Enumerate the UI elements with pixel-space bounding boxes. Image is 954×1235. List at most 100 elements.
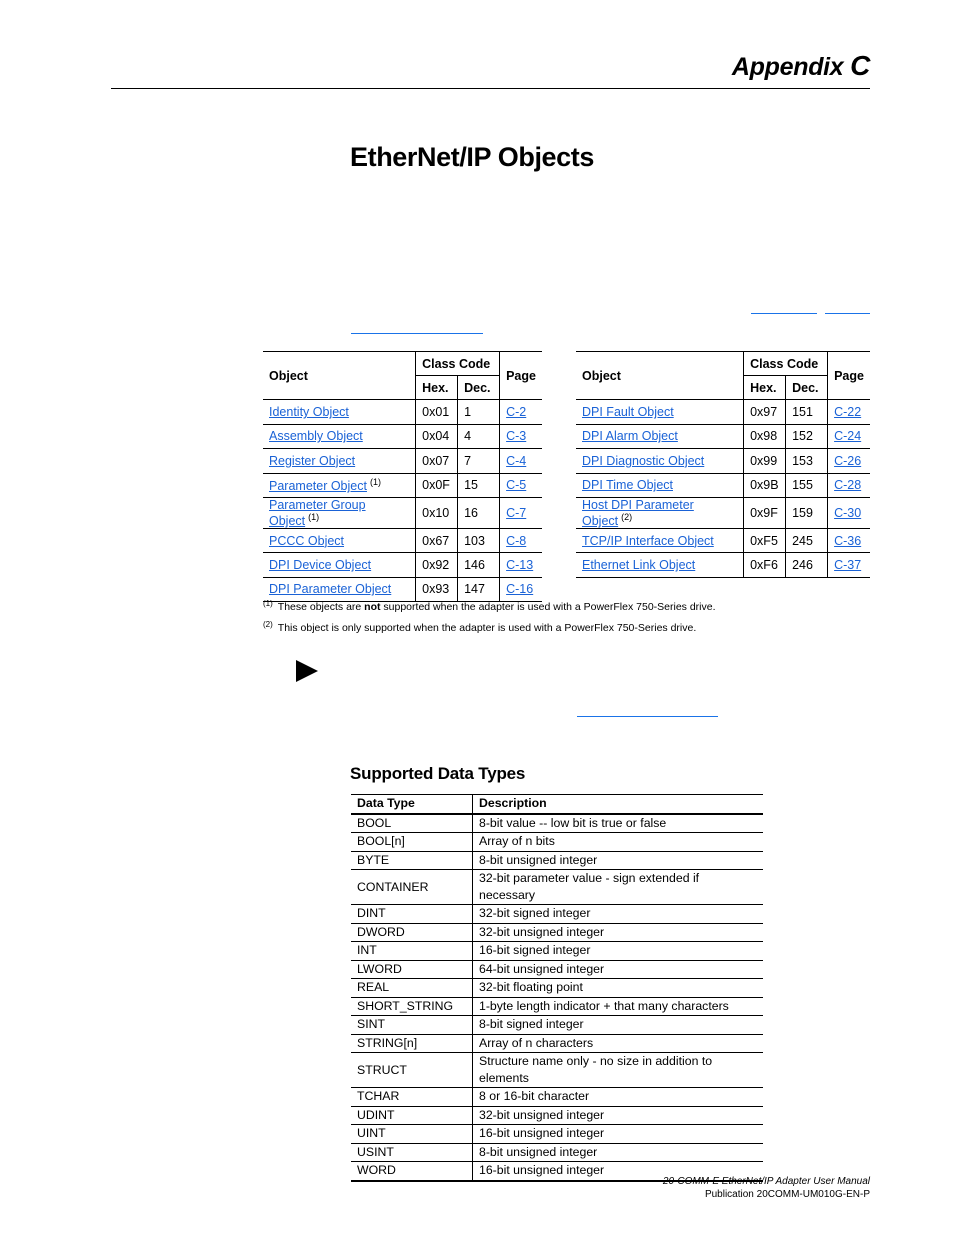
data-type-description: 8-bit unsigned integer bbox=[472, 1143, 763, 1162]
hex-code: 0x98 bbox=[743, 424, 786, 450]
object-row: Host DPI Parameter Object (2) 0x9F 159 C-30 bbox=[576, 497, 870, 529]
footnote-ref: (2) bbox=[621, 511, 633, 522]
object-link[interactable]: DPI Device Object bbox=[269, 558, 371, 572]
object-link[interactable]: PCCC Object bbox=[269, 534, 344, 548]
header-rule bbox=[111, 88, 870, 89]
object-cell: Ethernet Link Object bbox=[576, 552, 744, 578]
table-footnotes: (1) These objects are not supported when … bbox=[263, 595, 716, 637]
objects-table-left: Object Class Code Page Hex. Dec. Identit… bbox=[263, 350, 542, 603]
hex-code: 0x01 bbox=[415, 399, 458, 425]
page-cell: C-8 bbox=[499, 528, 542, 554]
intro-link-3[interactable] bbox=[351, 333, 483, 334]
page-link[interactable]: C-4 bbox=[506, 454, 526, 468]
data-type-row: CONTAINER 32-bit parameter value - sign e… bbox=[351, 869, 763, 905]
dec-code: 159 bbox=[785, 497, 828, 529]
data-type-row: DWORD 32-bit unsigned integer bbox=[351, 923, 763, 942]
page-cell: C-24 bbox=[827, 424, 870, 450]
page-link[interactable]: C-7 bbox=[506, 506, 526, 520]
data-type-row: TCHAR 8 or 16-bit character bbox=[351, 1087, 763, 1107]
header-hex: Hex. bbox=[415, 375, 458, 401]
object-row: PCCC Object 0x67 103 C-8 bbox=[263, 528, 542, 554]
object-link[interactable]: DPI Diagnostic Object bbox=[582, 454, 704, 468]
footnote-bold: not bbox=[364, 601, 381, 613]
intro-link-2[interactable] bbox=[825, 313, 870, 314]
page-link[interactable]: C-37 bbox=[834, 558, 861, 572]
object-cell: Identity Object bbox=[263, 399, 416, 425]
data-type-name: SINT bbox=[351, 1015, 473, 1035]
footnote-text: These objects are bbox=[277, 601, 365, 613]
object-row: DPI Alarm Object 0x98 152 C-24 bbox=[576, 424, 870, 450]
object-link[interactable]: DPI Alarm Object bbox=[582, 429, 678, 443]
page-link[interactable]: C-30 bbox=[834, 506, 861, 520]
hex-code: 0xF5 bbox=[743, 528, 786, 554]
data-type-row: BOOL[n] Array of n bits bbox=[351, 832, 763, 852]
data-type-description: Structure name only - no size in additio… bbox=[472, 1052, 763, 1088]
data-type-row: DINT 32-bit signed integer bbox=[351, 904, 763, 924]
object-row: TCP/IP Interface Object 0xF5 245 C-36 bbox=[576, 528, 870, 554]
object-cell: DPI Time Object bbox=[576, 473, 744, 498]
header-page: Page bbox=[827, 350, 870, 401]
object-link[interactable]: DPI Fault Object bbox=[582, 405, 674, 419]
data-type-description: 8-bit unsigned integer bbox=[472, 851, 763, 870]
data-type-name: WORD bbox=[351, 1161, 473, 1182]
page-link[interactable]: C-28 bbox=[834, 478, 861, 492]
page-link[interactable]: C-24 bbox=[834, 429, 861, 443]
intro-link-1[interactable] bbox=[751, 313, 817, 314]
appendix-label: Appendix bbox=[731, 53, 844, 81]
object-link[interactable]: DPI Time Object bbox=[582, 478, 673, 492]
page-cell: C-22 bbox=[827, 399, 870, 425]
data-type-description: 32-bit parameter value - sign extended i… bbox=[472, 869, 763, 905]
page-cell: C-36 bbox=[827, 528, 870, 554]
page-cell: C-13 bbox=[499, 552, 542, 578]
object-link[interactable]: Register Object bbox=[269, 454, 355, 468]
object-link[interactable]: Assembly Object bbox=[269, 429, 363, 443]
object-link[interactable]: Parameter Object bbox=[269, 479, 367, 493]
footnote-2: (2) This object is only supported when th… bbox=[263, 616, 716, 637]
page-cell: C-7 bbox=[499, 497, 542, 529]
page-link[interactable]: C-2 bbox=[506, 405, 526, 419]
page-link[interactable]: C-5 bbox=[506, 478, 526, 492]
page-link[interactable]: C-13 bbox=[506, 558, 533, 572]
object-cell: Register Object bbox=[263, 448, 416, 474]
dec-code: 246 bbox=[785, 552, 828, 578]
data-type-name: SHORT_STRING bbox=[351, 997, 473, 1016]
object-row: Parameter Object (1) 0x0F 15 C-5 bbox=[263, 473, 542, 498]
object-row: DPI Fault Object 0x97 151 C-22 bbox=[576, 399, 870, 425]
page-link[interactable]: C-36 bbox=[834, 534, 861, 548]
header-dec: Dec. bbox=[457, 375, 500, 401]
object-row: DPI Time Object 0x9B 155 C-28 bbox=[576, 473, 870, 498]
data-type-row: SINT 8-bit signed integer bbox=[351, 1015, 763, 1035]
footnote-mark: (1) bbox=[263, 599, 273, 608]
object-link[interactable]: Identity Object bbox=[269, 405, 349, 419]
footnote-ref: (1) bbox=[369, 477, 381, 488]
object-cell: Assembly Object bbox=[263, 424, 416, 450]
data-type-name: INT bbox=[351, 941, 473, 961]
page-link[interactable]: C-26 bbox=[834, 454, 861, 468]
data-type-row: STRUCT Structure name only - no size in a… bbox=[351, 1052, 763, 1088]
data-type-description: 32-bit signed integer bbox=[472, 904, 763, 924]
hex-code: 0x04 bbox=[415, 424, 458, 450]
publication-number: Publication 20COMM-UM010G-EN-P bbox=[704, 1189, 870, 1200]
dec-code: 153 bbox=[785, 448, 828, 474]
data-type-name: BYTE bbox=[351, 851, 473, 870]
body-link[interactable] bbox=[577, 716, 718, 717]
page-link[interactable]: C-8 bbox=[506, 534, 526, 548]
page-link[interactable]: C-22 bbox=[834, 405, 861, 419]
data-type-name: CONTAINER bbox=[351, 869, 473, 905]
header-description: Description bbox=[472, 794, 763, 815]
header-page: Page bbox=[499, 350, 542, 401]
object-row: DPI Device Object 0x92 146 C-13 bbox=[263, 552, 542, 578]
page-cell: C-2 bbox=[499, 399, 542, 425]
hex-code: 0x0F bbox=[415, 473, 458, 498]
object-link[interactable]: Ethernet Link Object bbox=[582, 558, 695, 572]
hex-code: 0x07 bbox=[415, 448, 458, 474]
data-type-row: STRING[n] Array of n characters bbox=[351, 1034, 763, 1053]
hex-code: 0x99 bbox=[743, 448, 786, 474]
dec-code: 16 bbox=[457, 497, 500, 529]
page-title: EtherNet/IP Objects bbox=[350, 142, 594, 172]
page-link[interactable]: C-3 bbox=[506, 429, 526, 443]
object-link[interactable]: TCP/IP Interface Object bbox=[582, 534, 714, 548]
dec-code: 1 bbox=[457, 399, 500, 425]
object-link[interactable]: Host DPI Parameter Object bbox=[582, 498, 694, 528]
footnote-1: (1) These objects are not supported when … bbox=[263, 595, 716, 616]
